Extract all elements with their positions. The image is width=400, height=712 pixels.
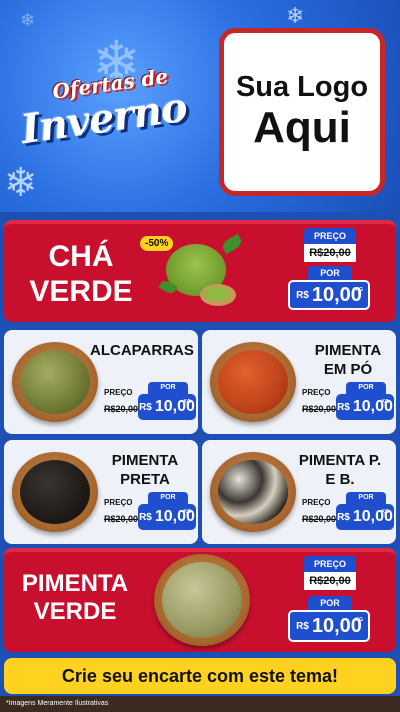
preco-tag: PREÇO	[304, 556, 356, 572]
product-name: PIMENTA P. E B.	[298, 452, 382, 488]
featured-name-line1: PIMENTA	[21, 570, 129, 597]
unit-label: KG	[183, 509, 192, 515]
unit-label: KG	[355, 287, 364, 293]
product-image-pimenta-p-e-b	[210, 452, 296, 532]
product-name: PIMENTA EM PÓ	[314, 342, 382, 378]
product-price: PREÇO R$20,00 POR R$ 10,00 KG	[300, 382, 394, 428]
new-price-box: R$ 10,00 KG	[138, 504, 196, 530]
product-price: PREÇO R$20,00 POR R$ 10,00 KG	[300, 492, 394, 538]
product-name: ALCAPARRAS	[90, 342, 194, 359]
product-card-pimenta-preta[interactable]: PIMENTA PRETA PREÇO R$20,00 POR R$ 10,00…	[4, 440, 198, 544]
promo-title-main: Inverno	[18, 83, 190, 154]
preco-label: PREÇO	[104, 498, 133, 507]
disclaimer-text: *Imagens Meramente Ilustrativas	[0, 696, 400, 712]
logo-text-line2: Aqui	[253, 102, 351, 152]
featured-name-line1: CHÁ	[48, 240, 114, 273]
new-price-box: R$ 10,00 KG	[138, 394, 196, 420]
discount-badge: -50%	[140, 236, 174, 251]
featured-price: PREÇO R$20,00 POR R$ 10,00 KG	[286, 226, 390, 316]
new-price-box: R$ 10,00 KG	[288, 280, 370, 310]
featured-name: PIMENTA VERDE	[8, 570, 142, 625]
new-price-box: R$ 10,00 KG	[336, 394, 394, 420]
new-price-box: R$ 10,00 KG	[288, 610, 370, 642]
preco-label: PREÇO	[302, 388, 331, 397]
preco-tag: PREÇO	[304, 228, 356, 244]
product-card-alcaparras[interactable]: ALCAPARRAS PREÇO R$20,00 POR R$ 10,00 KG	[4, 330, 198, 434]
preco-label: PREÇO	[104, 388, 133, 397]
currency-label: R$	[139, 401, 152, 413]
logo-text-line1: Sua Logo	[235, 70, 369, 103]
header-banner: ❄ ❄ ❄ ❄ Ofertas de Inverno Sua Logo Aqui	[0, 0, 400, 212]
cta-banner[interactable]: Crie seu encarte com este tema!	[4, 658, 396, 694]
product-name: PIMENTA PRETA	[111, 452, 179, 488]
unit-label: KG	[355, 617, 364, 623]
currency-label: R$	[337, 401, 350, 413]
new-price: 10,00	[311, 614, 362, 637]
currency-label: R$	[296, 289, 309, 301]
currency-label: R$	[139, 511, 152, 523]
old-price: R$20,00	[304, 572, 356, 590]
product-price: PREÇO R$20,00 POR R$ 10,00 KG	[102, 382, 196, 428]
featured-name-line2: VERDE	[29, 274, 133, 308]
featured-price: PREÇO R$20,00 POR R$ 10,00 KG	[286, 554, 390, 646]
por-tag: POR	[148, 492, 188, 504]
product-image-pimenta-em-po	[210, 342, 296, 422]
product-image-pimenta-preta	[12, 452, 98, 532]
old-price: R$20,00	[304, 244, 356, 262]
featured-name-line2: VERDE	[33, 597, 117, 625]
product-image-pimenta-verde	[154, 554, 250, 646]
old-price: R$20,00	[302, 404, 337, 414]
por-tag: POR	[308, 266, 352, 280]
product-card-pimenta-p-e-b[interactable]: PIMENTA P. E B. PREÇO R$20,00 POR R$ 10,…	[202, 440, 396, 544]
preco-label: PREÇO	[302, 498, 331, 507]
product-image-alcaparras	[12, 342, 98, 422]
old-price: R$20,00	[104, 514, 139, 524]
product-card-pimenta-em-po[interactable]: PIMENTA EM PÓ PREÇO R$20,00 POR R$ 10,00…	[202, 330, 396, 434]
por-tag: POR	[346, 382, 386, 394]
new-price-box: R$ 10,00 KG	[336, 504, 394, 530]
snowflake-icon: ❄	[286, 4, 305, 29]
unit-label: KG	[183, 399, 192, 405]
unit-label: KG	[381, 399, 390, 405]
logo-placeholder[interactable]: Sua Logo Aqui	[219, 28, 385, 196]
old-price: R$20,00	[104, 404, 139, 414]
promo-title: Ofertas de Inverno	[13, 56, 209, 171]
new-price: 10,00	[311, 283, 362, 306]
featured-product-pimenta-verde[interactable]: PIMENTA VERDE PREÇO R$20,00 POR R$ 10,00…	[4, 548, 396, 652]
snowflake-icon: ❄	[20, 10, 36, 31]
por-tag: POR	[148, 382, 188, 394]
unit-label: KG	[381, 509, 390, 515]
por-tag: POR	[346, 492, 386, 504]
featured-product-cha-verde[interactable]: CHÁ VERDE -50% PREÇO R$20,00 POR R$ 10,0…	[4, 220, 396, 322]
por-tag: POR	[308, 596, 352, 610]
old-price: R$20,00	[302, 514, 337, 524]
currency-label: R$	[337, 511, 350, 523]
product-price: PREÇO R$20,00 POR R$ 10,00 KG	[102, 492, 196, 538]
featured-name: CHÁ VERDE	[18, 240, 144, 309]
currency-label: R$	[296, 620, 309, 632]
